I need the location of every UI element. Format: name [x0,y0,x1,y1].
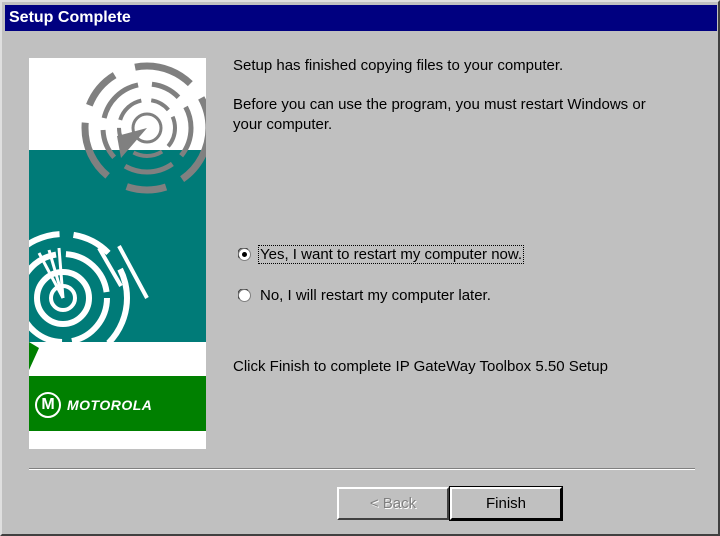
title-bar: Setup Complete [5,5,717,31]
radio-restart-now[interactable]: Yes, I want to restart my computer now. [238,244,525,264]
radio-restart-later[interactable]: No, I will restart my computer later. [238,285,492,305]
finish-button[interactable]: Finish [449,486,563,521]
finished-message: Setup has finished copying files to your… [233,57,564,74]
setup-graphic: M MOTOROLA [29,58,206,449]
radio-selected-icon[interactable] [238,247,251,261]
restart-now-label[interactable]: Yes, I want to restart my computer now. [257,244,525,264]
finish-prompt: Click Finish to complete IP GateWay Tool… [233,358,608,375]
separator [29,468,695,470]
restart-message-line2: your computer. [233,116,333,133]
radio-unselected-icon[interactable] [238,288,251,302]
restart-message-line1: Before you can use the program, you must… [233,96,646,113]
restart-later-label[interactable]: No, I will restart my computer later. [259,287,492,304]
motorola-logo: M MOTOROLA [35,392,152,418]
back-button[interactable]: < Back [337,487,449,520]
setup-dialog: Setup Complete M MOTOROLA Setup has fini… [0,0,720,536]
motorola-wordmark: MOTOROLA [67,397,153,413]
window-title: Setup Complete [9,9,131,26]
motorola-emblem-icon: M [35,392,61,418]
